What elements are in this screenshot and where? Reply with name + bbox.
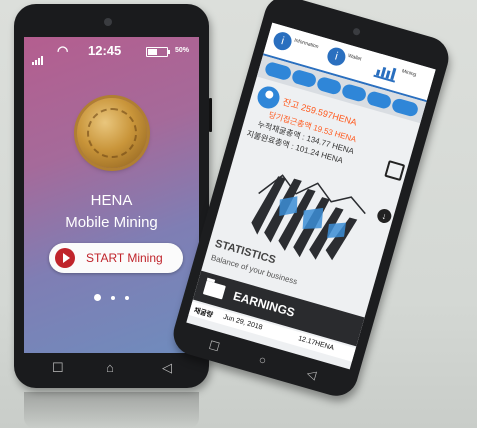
- home-icon[interactable]: ○: [257, 352, 268, 367]
- front-camera: [104, 18, 112, 26]
- earnings-label: 채굴량: [192, 307, 214, 320]
- back-icon[interactable]: ◁: [305, 366, 318, 382]
- front-camera: [352, 27, 361, 37]
- recent-apps-icon[interactable]: ☐: [207, 338, 221, 354]
- download-icon[interactable]: ↓: [375, 207, 393, 225]
- battery-icon: [146, 47, 170, 57]
- tab-3[interactable]: [315, 75, 343, 96]
- recent-apps-icon[interactable]: ☐: [52, 360, 64, 376]
- page-dot[interactable]: [111, 295, 115, 300]
- back-icon[interactable]: ◁: [162, 360, 172, 376]
- tab-1[interactable]: [263, 60, 293, 82]
- tab-6[interactable]: [390, 97, 420, 118]
- folder-icon: [202, 280, 226, 300]
- hena-coin-logo: [77, 98, 147, 168]
- mining-app-screen: ◠ 12:45 50% HENA Mobile Mining START Min…: [24, 37, 199, 353]
- app-subtitle: Mobile Mining: [65, 214, 158, 231]
- mining-chart-icon[interactable]: [373, 61, 399, 83]
- wallet-app-screen: i Information i Wallet Mining 잔고 259.597…: [186, 22, 436, 370]
- menu-label-information: Information: [293, 37, 320, 51]
- wifi-icon: ◠: [57, 43, 69, 58]
- play-icon: [55, 248, 75, 268]
- wallet-icon[interactable]: i: [325, 45, 348, 68]
- page-dot[interactable]: [94, 294, 101, 302]
- page-indicator: [24, 289, 199, 307]
- signal-icon: [32, 47, 44, 65]
- phone-right: i Information i Wallet Mining 잔고 259.597…: [168, 0, 454, 401]
- menu-label-wallet: Wallet: [347, 52, 363, 63]
- tab-4[interactable]: [340, 82, 368, 103]
- menu-label-mining: Mining: [401, 68, 417, 79]
- information-icon[interactable]: i: [271, 30, 294, 53]
- app-title: HENA: [90, 192, 133, 209]
- home-icon[interactable]: ⌂: [106, 360, 114, 375]
- start-mining-button[interactable]: START Mining: [49, 243, 183, 273]
- battery-percent: 50%: [175, 47, 190, 54]
- phone-reflection: [24, 392, 199, 428]
- start-mining-label: START Mining: [86, 251, 163, 265]
- page-dot[interactable]: [125, 295, 129, 300]
- status-time: 12:45: [88, 43, 122, 58]
- nav-bar: ☐ ⌂ ◁: [14, 360, 209, 382]
- status-bar: ◠ 12:45 50%: [24, 43, 199, 65]
- edit-icon[interactable]: [384, 160, 406, 182]
- power-button: [209, 98, 212, 132]
- tab-2[interactable]: [290, 68, 318, 89]
- avatar[interactable]: [254, 83, 283, 112]
- tab-5[interactable]: [365, 90, 393, 111]
- balance-label: 잔고: [281, 96, 301, 111]
